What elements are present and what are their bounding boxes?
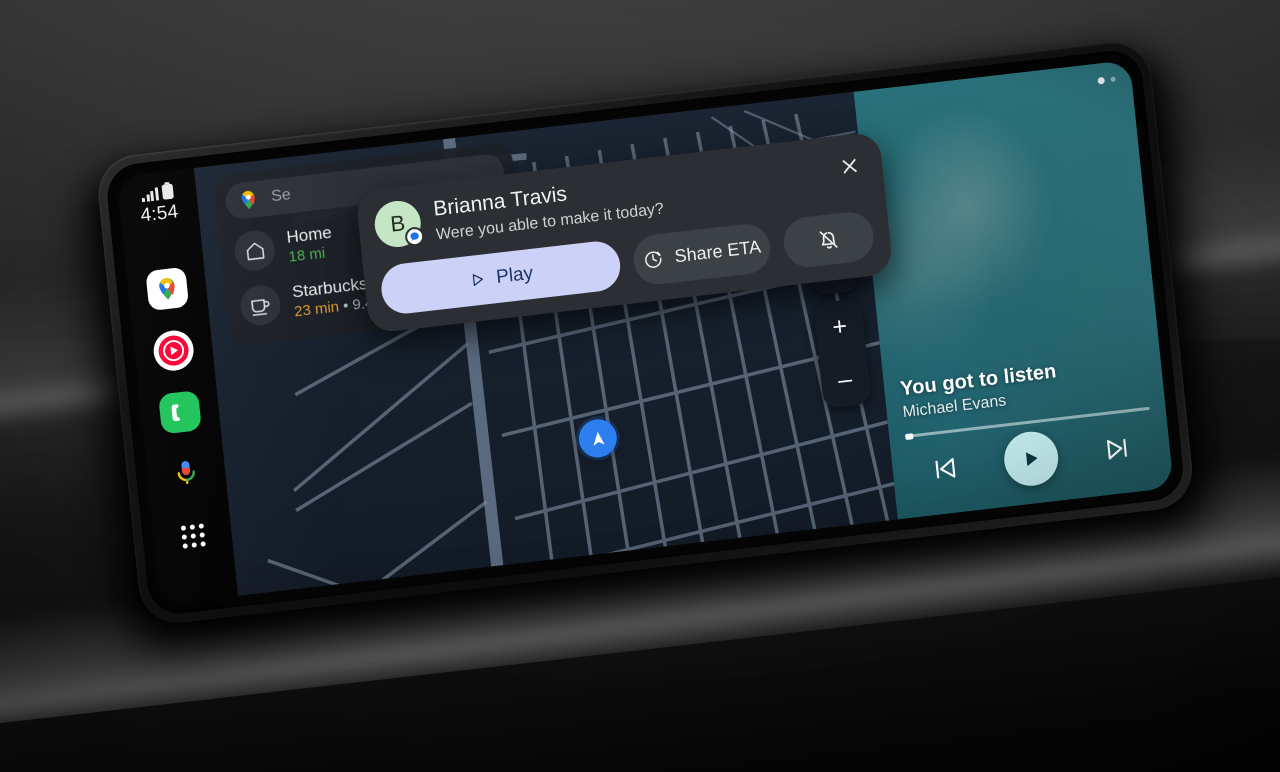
mute-notifications-button[interactable] (781, 209, 876, 270)
youtube-music-icon (154, 331, 193, 370)
rail-item-google-maps[interactable] (145, 266, 190, 312)
share-eta-clock-icon (645, 251, 662, 269)
grid-dots-icon (180, 522, 206, 549)
bell-muted-icon (819, 231, 838, 249)
rail-item-youtube-music[interactable] (151, 328, 196, 373)
avatar-initial: B (389, 210, 407, 237)
phone-handset-icon (171, 404, 180, 422)
destination-name: Home (285, 222, 333, 247)
rail-app-list (145, 266, 215, 558)
play-message-button[interactable]: Play (379, 238, 623, 317)
avatar-app-badge (404, 226, 426, 248)
close-x-icon (841, 158, 857, 173)
destination-eta: 18 mi (287, 244, 326, 266)
messages-chat-icon (410, 232, 419, 241)
play-triangle-icon (472, 274, 483, 287)
previous-track-button[interactable] (928, 452, 961, 485)
microphone-icon (177, 460, 195, 485)
zoom-out-button[interactable]: – (820, 365, 870, 395)
zoom-in-button[interactable]: + (815, 312, 865, 342)
play-pause-button[interactable] (1001, 428, 1061, 489)
destination-separator: • (342, 297, 350, 315)
coffee-cup-icon (238, 283, 283, 328)
share-eta-button[interactable]: Share ETA (631, 221, 773, 287)
battery-icon (161, 183, 174, 200)
rail-item-assistant[interactable] (164, 452, 208, 496)
avatar: B (372, 198, 426, 250)
skip-next-icon (1107, 439, 1128, 460)
notification-text: Brianna Travis Were you able to make it … (432, 171, 665, 247)
close-notification-button[interactable] (830, 147, 867, 185)
share-eta-label: Share ETA (673, 236, 762, 267)
cellular-signal-icon (141, 187, 159, 203)
play-triangle-icon (1025, 452, 1038, 467)
destination-eta: 23 min (293, 298, 340, 321)
map-search-placeholder: Se (270, 186, 292, 206)
maps-pin-icon (241, 190, 255, 210)
dashboard-photo-scene: 4:54 Se Home 18 mi Starbucks 23 min • 9.… (0, 0, 1280, 772)
rail-item-app-grid[interactable] (171, 513, 215, 557)
maps-pin-icon (159, 278, 175, 300)
status-bar-clock: 4:54 (139, 201, 180, 227)
status-bar-icons (141, 183, 174, 203)
skip-previous-icon (935, 458, 956, 479)
media-progress-thumb[interactable] (904, 432, 914, 440)
home-icon (232, 228, 277, 274)
play-message-label: Play (495, 262, 535, 288)
media-player-panel: You got to listen Michael Evans (853, 59, 1174, 520)
navigation-arrow-icon (593, 431, 605, 446)
rail-item-phone[interactable] (158, 390, 202, 435)
status-bar: 4:54 (138, 182, 180, 227)
next-track-button[interactable] (1101, 432, 1134, 465)
